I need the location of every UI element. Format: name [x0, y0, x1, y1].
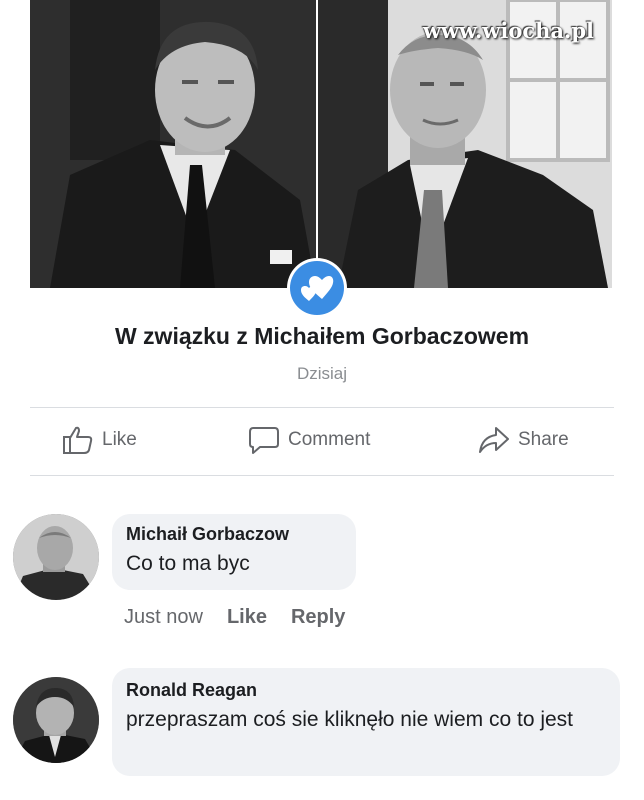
- share-arrow-icon: [479, 427, 509, 453]
- event-badge: [287, 258, 347, 318]
- comment-button-label: Comment: [288, 429, 371, 450]
- comment-meta: Just now Like Reply: [124, 606, 369, 629]
- comment-author[interactable]: Ronald Reagan: [126, 680, 606, 701]
- event-cover-photo: www.wiocha.pl: [30, 0, 612, 288]
- avatar[interactable]: [13, 514, 99, 600]
- comment-text: przepraszam coś sie kliknęło nie wiem co…: [126, 708, 574, 731]
- comment-bubble: Michaił Gorbaczow Co to ma byc: [112, 514, 356, 590]
- comment-bubble-icon: [249, 427, 279, 454]
- comment-like-link[interactable]: Like: [227, 606, 267, 629]
- comment-button[interactable]: Comment: [248, 425, 370, 455]
- comment-bubble: Ronald Reagan przepraszam coś sie kliknę…: [112, 668, 620, 776]
- avatar[interactable]: [13, 677, 99, 763]
- comment-author[interactable]: Michaił Gorbaczow: [126, 524, 342, 545]
- comment-text: Co to ma byc: [126, 552, 250, 575]
- comment-reply-link[interactable]: Reply: [291, 606, 345, 629]
- share-button-label: Share: [518, 429, 569, 450]
- reagan-photo: [30, 0, 316, 288]
- divider-top: [30, 407, 614, 408]
- watermark: www.wiocha.pl: [422, 18, 594, 43]
- share-button[interactable]: Share: [478, 425, 569, 455]
- event-title: W związku z Michaiłem Gorbaczowem: [114, 323, 530, 349]
- hearts-icon: [301, 276, 334, 301]
- thumbs-up-icon: [63, 426, 93, 454]
- like-button-label: Like: [102, 429, 137, 450]
- action-bar: Like Comment Share: [30, 413, 614, 469]
- comment-timestamp: Just now: [124, 606, 203, 628]
- gorbachev-photo: www.wiocha.pl: [318, 0, 612, 288]
- event-date: Dzisiaj: [296, 364, 348, 383]
- like-button[interactable]: Like: [62, 425, 137, 455]
- divider-bottom: [30, 475, 614, 476]
